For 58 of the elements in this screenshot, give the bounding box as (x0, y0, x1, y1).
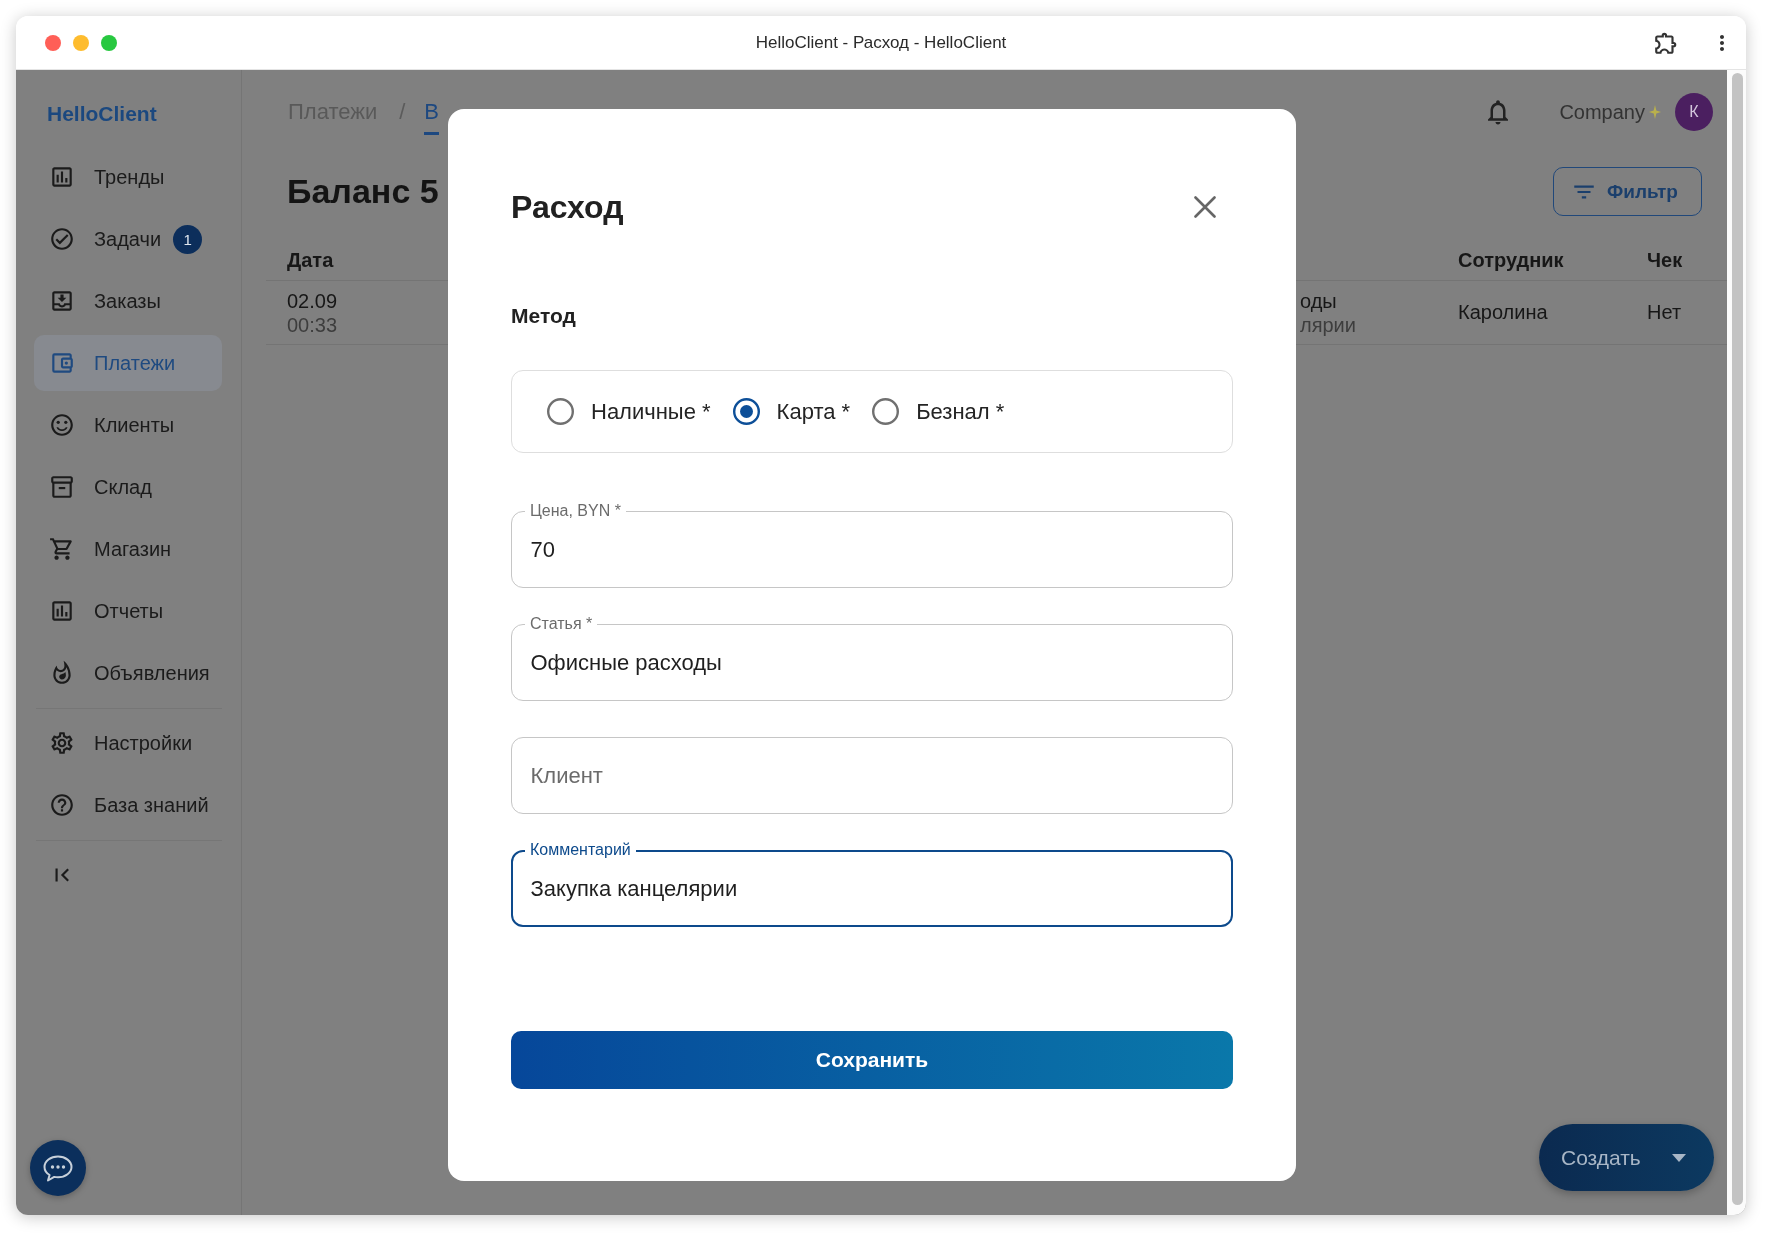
table-cell: Нет (1647, 301, 1682, 324)
avatar[interactable]: К (1675, 93, 1713, 131)
filter-button[interactable]: Фильтр (1553, 167, 1702, 216)
window-close-icon[interactable] (45, 34, 61, 51)
nav-item[interactable]: Магазин (34, 521, 222, 577)
create-button[interactable]: Создать (1539, 1124, 1714, 1191)
close-icon[interactable] (1194, 196, 1216, 218)
table-cell: 00:33 (287, 312, 338, 337)
breadcrumb-separator: / (399, 99, 406, 125)
radio-icon[interactable] (872, 398, 900, 425)
bar-chart-icon (49, 598, 75, 624)
field-label: Комментарий (525, 840, 636, 860)
nav-item[interactable]: Заказы (34, 273, 222, 329)
table-cell: 02.09 (287, 288, 338, 313)
sparkle-icon (1649, 105, 1661, 119)
chat-button[interactable] (30, 1140, 86, 1196)
table-cell: Каролина (1458, 301, 1548, 324)
column-header: Чек (1647, 249, 1683, 272)
help-icon (49, 792, 75, 818)
storage-box-icon (49, 474, 75, 500)
text-field[interactable]: Клиент (511, 737, 1233, 814)
radio-option[interactable]: Карта * (732, 398, 851, 425)
tab[interactable]: В (424, 89, 440, 135)
nav-item[interactable]: База знаний (34, 777, 222, 833)
balance-heading: Баланс 5 (287, 172, 439, 211)
radio-option[interactable]: Наличные * (547, 398, 711, 425)
dialog-title: Расход (511, 188, 624, 226)
count-badge: 1 (173, 224, 203, 254)
inbox-arrow-icon (49, 288, 75, 314)
nav-item[interactable]: Тренды (34, 149, 222, 205)
radio-option[interactable]: Безнал * (872, 398, 1005, 425)
caret-icon (1671, 1153, 1686, 1162)
smiley-icon (49, 412, 75, 438)
nav-item[interactable]: Платежи (34, 335, 222, 391)
scrollbar-thumb[interactable] (1732, 73, 1743, 1205)
app-logo[interactable]: HelloClient (47, 100, 157, 128)
wallet-icon (49, 350, 75, 376)
column-header: Дата (287, 249, 334, 272)
table-cell: оды (1300, 288, 1337, 313)
column-header: Сотрудник (1458, 249, 1564, 272)
bar-chart-icon (49, 164, 75, 190)
nav-item[interactable]: Объявления (34, 645, 222, 701)
cart-icon (49, 536, 75, 562)
nav-item[interactable]: Настройки (34, 715, 222, 771)
save-button[interactable]: Сохранить (511, 1031, 1233, 1089)
nav-item[interactable]: Клиенты (34, 397, 222, 453)
radio-icon[interactable] (732, 398, 760, 425)
window-title: HelloClient - Расход - HelloClient (755, 32, 1007, 53)
field-label: Цена, BYN * (525, 501, 626, 521)
chat-bubble-icon (43, 1154, 73, 1182)
nav-item[interactable]: Задачи 1 (34, 211, 222, 267)
settings-icon (49, 730, 75, 756)
company-name[interactable]: Company (1559, 100, 1645, 124)
radio-icon[interactable] (547, 398, 574, 425)
table-cell: лярии (1300, 312, 1356, 337)
nav-item[interactable]: Склад (34, 459, 222, 515)
nav-item[interactable]: Отчеты (34, 583, 222, 639)
section-label: Метод (511, 303, 576, 329)
